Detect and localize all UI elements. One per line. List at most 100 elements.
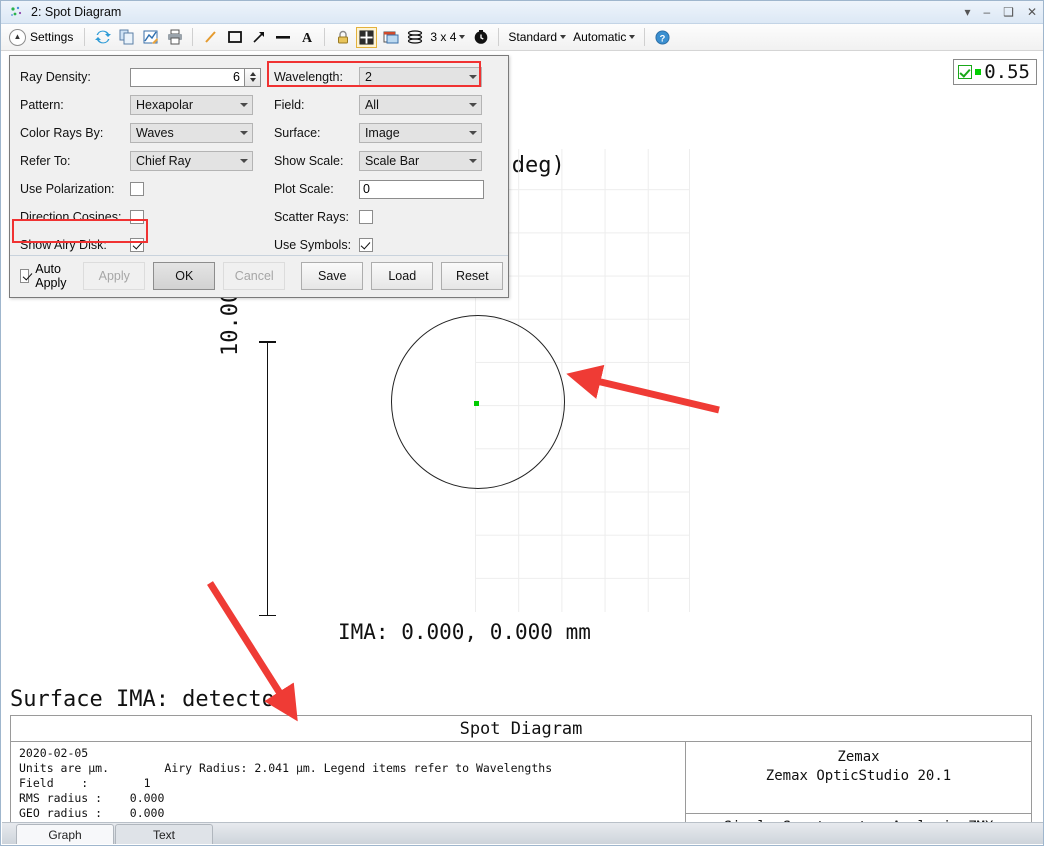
bottom-tab-strip: Graph Text [2,822,1043,844]
surface-value: Image [365,126,400,140]
refresh-icon[interactable] [92,27,113,48]
save-chart-icon[interactable] [140,27,161,48]
field-surface: Surface: Image [274,120,508,146]
footer-product-block: Zemax Zemax OpticStudio 20.1 [686,742,1031,814]
settings-button[interactable]: ▲ Settings [5,29,77,46]
style-menu[interactable]: Standard [506,30,568,44]
refer-to-select[interactable]: Chief Ray [130,151,253,171]
arrow-annotation-icon[interactable] [248,27,269,48]
direction-cosines-label: Direction Cosines: [20,210,130,224]
legend-color-swatch [975,69,981,75]
ok-button[interactable]: OK [153,262,215,290]
layers-icon[interactable] [404,27,425,48]
field-field: Field: All [274,92,508,118]
footer-panel: Spot Diagram 2020-02-05 Units are µm. Ai… [10,715,1032,823]
tab-text[interactable]: Text [115,824,213,844]
field-plot-scale: Plot Scale: 0 [274,176,508,202]
field-direction-cosines: Direction Cosines: [20,204,274,230]
grid-size-menu[interactable]: 3 x 4 [428,30,467,44]
save-button[interactable]: Save [301,262,363,290]
chevron-up-icon: ▲ [9,29,26,46]
reset-button[interactable]: Reset [441,262,503,290]
field-select[interactable]: All [359,95,482,115]
scatter-rays-checkbox[interactable] [359,210,373,224]
toolbar: ▲ Settings A [1,24,1043,51]
window-clone-icon[interactable] [380,27,401,48]
chevron-down-icon [560,35,566,39]
grid-size-label: 3 x 4 [430,30,456,44]
legend-checkbox-icon[interactable] [958,65,972,79]
wavelength-label: Wavelength: [274,70,359,84]
color-rays-by-select[interactable]: Waves [130,123,253,143]
tile-windows-icon[interactable] [356,27,377,48]
ray-density-input[interactable]: 6 [130,68,245,87]
thick-line-icon[interactable] [272,27,293,48]
settings-column-right: Wavelength: 2 Field: All Surface: [274,64,508,258]
chevron-down-icon [469,75,477,79]
text-annotation-icon[interactable]: A [296,27,317,48]
window-menu-icon[interactable]: ▾ [964,6,970,18]
chevron-down-icon [240,131,248,135]
field-show-scale: Show Scale: Scale Bar [274,148,508,174]
load-button[interactable]: Load [371,262,433,290]
toolbar-divider [324,28,325,46]
settings-label: Settings [30,30,73,44]
settings-fields: Ray Density: 6 Pattern: Hexapolar Color … [10,56,508,258]
use-symbols-checkbox[interactable] [359,238,373,252]
help-icon[interactable]: ? [652,27,673,48]
chevron-down-icon [240,103,248,107]
show-scale-label: Show Scale: [274,154,359,168]
svg-text:?: ? [660,33,666,43]
print-icon[interactable] [164,27,185,48]
auto-apply-group[interactable]: Auto Apply [20,262,71,290]
footer-title: Spot Diagram [11,716,1031,742]
wavelength-select[interactable]: 2 [359,67,482,87]
cancel-button[interactable]: Cancel [223,262,285,290]
surface-select[interactable]: Image [359,123,482,143]
toolbar-divider [644,28,645,46]
field-scatter-rays: Scatter Rays: [274,204,508,230]
auto-apply-checkbox[interactable] [20,269,29,283]
field-use-polarization: Use Polarization: [20,176,274,202]
ray-density-stepper[interactable] [245,68,261,87]
copy-icon[interactable] [116,27,137,48]
mode-menu[interactable]: Automatic [571,30,637,44]
refresh-timer-icon[interactable] [470,27,491,48]
surface-select-label: Surface: [274,126,359,140]
lock-icon[interactable] [332,27,353,48]
chevron-down-icon [459,35,465,39]
wavelength-value: 2 [365,70,372,84]
field-value: All [365,98,379,112]
maximize-icon[interactable]: ❑ [1003,6,1014,18]
image-position-label: IMA: 0.000, 0.000 mm [338,620,591,644]
show-scale-value: Scale Bar [365,154,419,168]
field-color-rays-by: Color Rays By: Waves [20,120,274,146]
close-icon[interactable]: ✕ [1027,6,1037,18]
scale-bar [267,341,268,616]
minimize-icon[interactable]: – [983,6,990,18]
rectangle-annotation-icon[interactable] [224,27,245,48]
line-annotation-icon[interactable] [200,27,221,48]
product-label: Zemax OpticStudio 20.1 [766,767,951,786]
settings-column-left: Ray Density: 6 Pattern: Hexapolar Color … [10,64,274,258]
pattern-select[interactable]: Hexapolar [130,95,253,115]
refer-to-value: Chief Ray [136,154,191,168]
plot-scale-label: Plot Scale: [274,182,359,196]
show-airy-disk-checkbox[interactable] [130,238,144,252]
field-pattern: Pattern: Hexapolar [20,92,274,118]
field-label: Field: [274,98,359,112]
svg-text:A: A [302,31,313,45]
footer-body: 2020-02-05 Units are µm. Airy Radius: 2.… [11,742,1031,823]
chevron-down-icon [469,103,477,107]
spot-data-point [474,401,479,406]
ray-density-label: Ray Density: [20,70,130,84]
vendor-label: Zemax [837,748,879,767]
direction-cosines-checkbox[interactable] [130,210,144,224]
apply-button[interactable]: Apply [83,262,145,290]
use-polarization-checkbox[interactable] [130,182,144,196]
auto-apply-label: Auto Apply [35,262,71,290]
tab-graph[interactable]: Graph [16,824,114,844]
show-scale-select[interactable]: Scale Bar [359,151,482,171]
field-refer-to: Refer To: Chief Ray [20,148,274,174]
plot-scale-input[interactable]: 0 [359,180,484,199]
